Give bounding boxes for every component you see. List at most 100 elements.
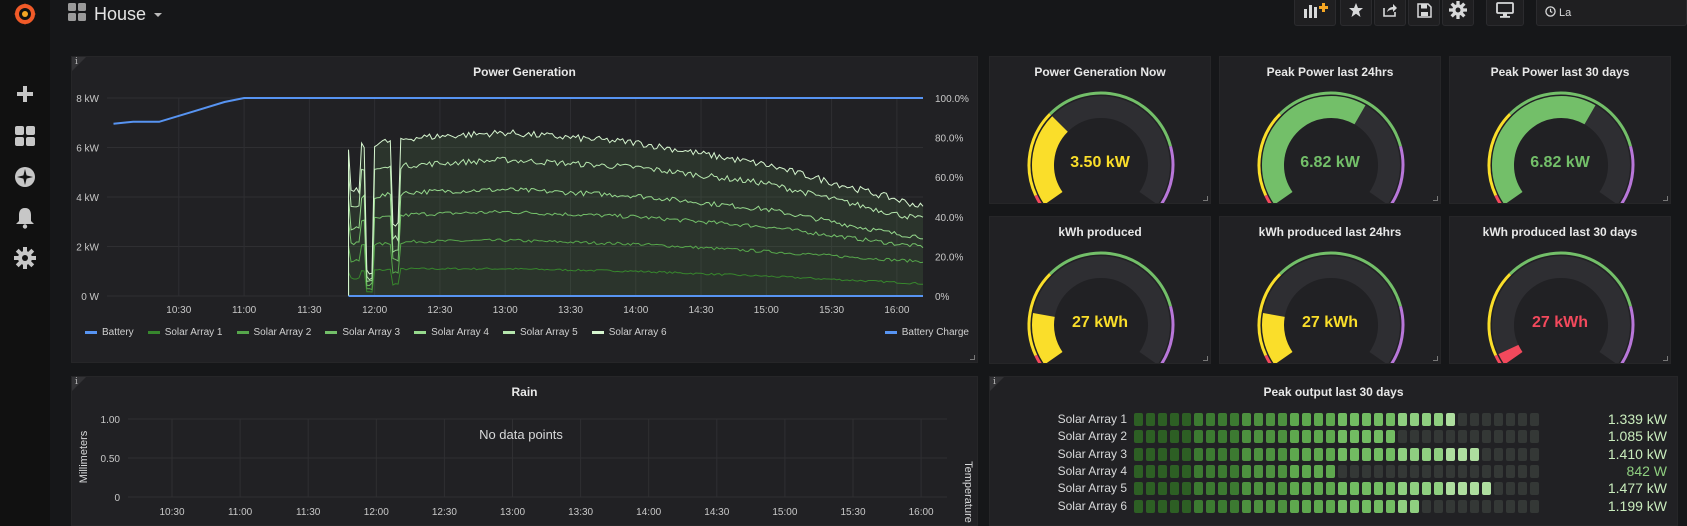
star-icon [1348,2,1364,23]
bar-gauge-cell-lit [1182,430,1191,444]
x-tick-label: 11:30 [296,507,321,518]
bar-gauge-cell-lit [1410,499,1419,513]
gear-icon[interactable] [11,244,39,272]
bar-gauge-cell-unlit [1530,430,1539,444]
bell-icon[interactable] [11,204,39,232]
dashboard-picker[interactable]: House [68,2,163,26]
share-button[interactable] [1374,0,1406,26]
y-tick-label: 2 kW [76,243,99,254]
gauge-value: 6.82 kW [1300,154,1360,171]
settings-icon [1449,1,1467,24]
gauge-chart [1487,251,1635,363]
gauge-value: 27 kWh [1071,314,1128,331]
resize-handle[interactable] [1663,356,1668,361]
bar-gauge-cell-lit [1338,430,1347,444]
legend-item-battery-charge[interactable]: Battery Charge [884,327,969,338]
bar-gauge-cell-lit [1326,447,1335,461]
legend-item-solar-array-3[interactable]: Solar Array 3 [325,327,400,338]
bar-gauge-cell-lit [1278,482,1287,496]
bar-gauge-cell-lit [1170,413,1179,426]
bar-gauge-cell-unlit [1506,464,1515,478]
plus-icon[interactable] [11,80,39,108]
bar-gauge-cell-lit [1350,413,1359,426]
bar-gauge-cell-lit [1134,482,1143,496]
legend-item-solar-array-4[interactable]: Solar Array 4 [414,327,489,338]
bar-gauge-cell-unlit [1506,499,1515,513]
resize-handle[interactable] [1203,196,1208,201]
bar-gauge-cell-lit [1194,413,1203,426]
bar-gauge-cell-lit [1326,430,1335,444]
resize-handle[interactable] [1663,196,1668,201]
bar-gauge-cell-lit [1314,447,1323,461]
bar-gauge-cell-lit [1146,413,1155,426]
rain-chart[interactable]: 0 0.50 1.00 10:30 11:00 11:30 12:00 12:30 13:00 1… [72,403,978,526]
bar-gauge-cell-lit [1386,447,1395,461]
star-button[interactable] [1340,0,1372,26]
bar-gauge-cell-lit [1134,430,1143,444]
legend-label: Solar Array 3 [342,327,401,338]
gauge-chart [1027,91,1175,203]
explore-icon[interactable] [11,163,39,191]
bar-gauge-cell-unlit [1518,430,1527,444]
x-tick-label: 15:30 [819,305,844,316]
y2-tick-label: 100.0% [935,94,969,105]
bar-gauge-cell-lit [1266,482,1275,496]
bar-gauge-cell-lit [1338,447,1347,461]
bar-gauge-cell-lit [1206,447,1215,461]
gauge-panel: kWh produced last 30 days 27 kWh [1449,216,1671,364]
bar-gauge-cell-lit [1410,447,1419,461]
x-tick-label: 12:00 [362,305,387,316]
bar-gauge-cell-lit [1134,413,1143,426]
legend-item-solar-array-1[interactable]: Solar Array 1 [147,327,223,338]
grafana-logo-icon[interactable] [11,0,39,28]
gauge-value-arc [1492,96,1596,203]
rain-panel: i Rain 0 0.50 1.00 10:30 11:00 11:30 12:00 12:3… [71,376,978,526]
gauge-chart [1027,251,1175,363]
resize-handle[interactable] [1433,196,1438,201]
bar-gauge-cell-lit [1314,430,1323,444]
legend-label: Solar Array 4 [431,327,489,338]
gauge-panel: kWh produced last 24hrs 27 kWh [1219,216,1441,364]
power-generation-chart[interactable]: 0 W 2 kW 4 kW 6 kW 8 kW 0% 20.0% 40.0% 60.0% 80.0… [72,83,978,343]
y2-tick-label: 40.0% [935,213,963,224]
resize-handle[interactable] [1433,356,1438,361]
legend-label: Solar Array 2 [253,327,312,338]
settings-button[interactable] [1442,0,1474,26]
legend-swatch [325,331,338,334]
bar-gauge-cell-lit [1326,413,1335,426]
bar-gauge-cell-unlit [1518,499,1527,513]
legend-label: Solar Array 5 [519,327,578,338]
bar-gauge-cell-lit [1266,413,1275,426]
add-panel-button[interactable] [1294,0,1336,26]
gauge-panel: kWh produced 27 kWh [989,216,1211,364]
resize-handle[interactable] [1203,356,1208,361]
bar-gauge-cell-lit [1398,499,1407,513]
bar-gauge-value: 1.085 kW [1607,428,1667,445]
bar-gauge-cell-unlit [1398,430,1407,444]
bar-gauge-cell-lit [1386,499,1395,513]
x-tick-label: 11:00 [228,507,253,518]
bar-gauge-cell-lit [1434,447,1443,461]
legend-swatch [591,331,604,334]
bar-gauge-cell-lit [1266,499,1275,513]
save-button[interactable] [1408,0,1440,26]
bar-gauge-cell-unlit [1518,413,1527,426]
dashboards-icon[interactable] [11,122,39,150]
time-picker-button[interactable]: La [1536,0,1687,26]
legend-item-solar-array-5[interactable]: Solar Array 5 [502,327,578,338]
legend-item-solar-array-2[interactable]: Solar Array 2 [236,327,312,338]
bar-gauge-cell-lit [1218,447,1227,461]
share-icon [1382,2,1398,23]
legend-item-solar-array-6[interactable]: Solar Array 6 [591,327,667,338]
bar-gauge-cell-lit [1218,482,1227,496]
bar-gauge-cell-unlit [1458,464,1467,478]
bar-gauge-cell-lit [1278,447,1287,461]
tv-mode-button[interactable] [1486,0,1524,26]
clock-icon [1545,4,1556,22]
bar-gauge-cell-lit [1386,413,1395,426]
resize-handle[interactable] [970,355,975,360]
legend-item-battery[interactable]: Battery [85,327,134,338]
bar-gauge-cell-lit [1158,464,1167,478]
bar-gauge-value: 1.410 kW [1607,445,1667,462]
legend-swatch [147,331,160,334]
